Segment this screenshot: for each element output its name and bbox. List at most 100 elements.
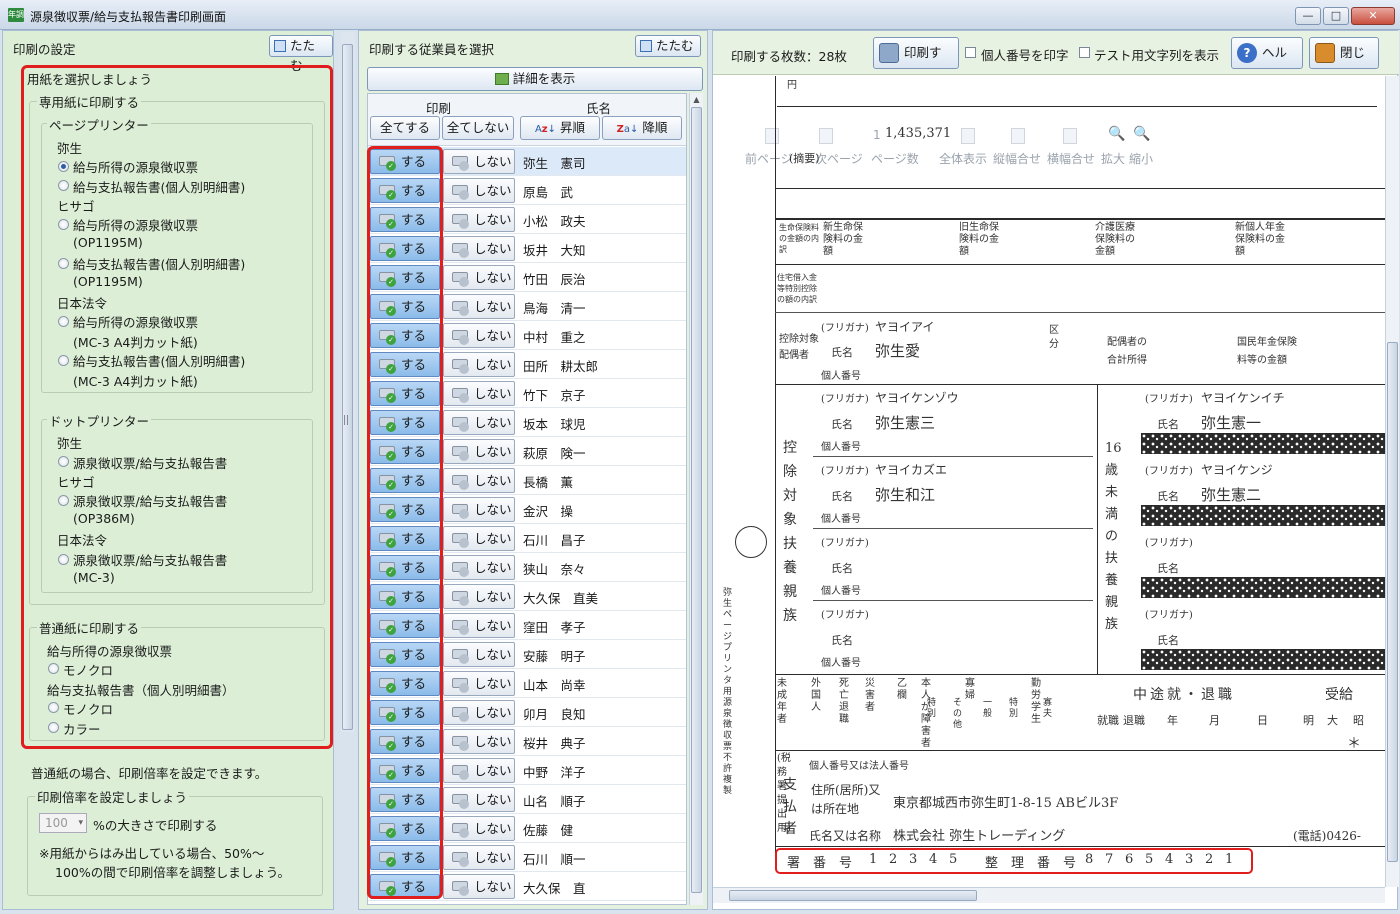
next-page-icon[interactable] (819, 128, 833, 144)
print-off-button[interactable]: しない (443, 700, 515, 725)
print-off-button[interactable]: しない (443, 468, 515, 493)
print-off-button[interactable]: しない (443, 149, 515, 174)
midway-col-label: 年 (1167, 714, 1178, 727)
print-off-button[interactable]: しない (443, 555, 515, 580)
print-off-label: しない (474, 212, 512, 227)
print-off-button[interactable]: しない (443, 236, 515, 261)
zoom-in-icon[interactable]: 🔍 (1108, 126, 1125, 142)
print-off-button[interactable]: しない (443, 729, 515, 754)
preview-h-thumb[interactable] (729, 890, 977, 901)
fit-height-icon[interactable] (1011, 128, 1025, 144)
dep1-kana: ヤヨイケンゾウ (875, 391, 959, 405)
employee-scroll-thumb[interactable] (691, 107, 702, 893)
print-off-button[interactable]: しない (443, 787, 515, 812)
print-off-button[interactable]: しない (443, 874, 515, 899)
radio-dot-nihon[interactable] (58, 554, 69, 565)
print-off-button[interactable]: しない (443, 584, 515, 609)
print-off-button[interactable]: しない (443, 265, 515, 290)
minimize-button[interactable]: — (1295, 7, 1321, 25)
close-button[interactable]: 閉じる (1309, 37, 1379, 90)
employee-name: 田所 耕太郎 (523, 359, 599, 374)
scale-suffix: %の大きさで印刷する (93, 818, 218, 833)
scale-help-2: 100%の間で印刷倍率を調整しましょう。 (55, 865, 290, 880)
print-off-button[interactable]: しない (443, 207, 515, 232)
print-off-button[interactable]: しない (443, 758, 515, 783)
collapse-employee-button[interactable]: たたむ (635, 35, 701, 57)
print-off-button[interactable]: しない (443, 671, 515, 696)
page-number[interactable]: 1 (873, 128, 881, 142)
maximize-button[interactable]: □ (1323, 7, 1349, 25)
u16-2-furigana-label: (フリガナ) (1145, 466, 1193, 477)
sort-asc-button[interactable]: Az↓ 昇順 (520, 116, 600, 140)
print-off-button[interactable]: しない (443, 497, 515, 522)
print-off-button[interactable]: しない (443, 613, 515, 638)
prev-page-icon[interactable] (765, 128, 779, 144)
print-off-button[interactable]: しない (443, 642, 515, 667)
radio-nihon-gensen[interactable] (58, 316, 69, 327)
radio-plain-report-color[interactable] (48, 722, 59, 733)
radio-plain-report-mono[interactable] (48, 702, 59, 713)
print-off-button[interactable]: しない (443, 323, 515, 348)
select-all-button[interactable]: 全てする (370, 116, 440, 140)
deselect-all-button[interactable]: 全てしない (442, 116, 514, 140)
scale-spinner[interactable]: 100 (39, 813, 87, 833)
close-window-button[interactable]: ✕ (1351, 7, 1395, 25)
page-printer-legend: ページプリンター (47, 115, 151, 134)
form-yen: 円 (787, 80, 797, 91)
radio-nihon-report[interactable] (58, 355, 69, 366)
print-off-button[interactable]: しない (443, 178, 515, 203)
print-button[interactable]: 印刷する (873, 37, 959, 90)
print-off-label: しない (474, 357, 512, 372)
status-label: 外国人 (811, 678, 821, 713)
status-sub-label: その他 (953, 698, 963, 730)
show-detail-button[interactable]: 詳細を表示 (367, 67, 703, 91)
radio-dot-hisago[interactable] (58, 495, 69, 506)
preview-h-scrollbar[interactable] (713, 887, 1385, 903)
mynumber-checkbox[interactable] (965, 47, 976, 58)
form-border-left (775, 76, 776, 861)
sort-desc-button[interactable]: Za↓ 降順 (602, 116, 682, 140)
u16-2-name-label: 氏名 (1157, 490, 1179, 503)
print-off-button[interactable]: しない (443, 816, 515, 841)
employee-name: 金沢 操 (523, 504, 574, 519)
print-off-button[interactable]: しない (443, 410, 515, 435)
panel-title: 印刷の設定 (13, 42, 76, 57)
print-off-label: しない (474, 328, 512, 343)
print-off-button[interactable]: しない (443, 526, 515, 551)
employee-list-header: 印刷 氏名 全てする 全てしない Az↓ 昇順 Za↓ 降順 (368, 94, 686, 146)
collapse-settings-button[interactable]: たたむ (269, 35, 333, 73)
radio-hisago-report[interactable] (58, 258, 69, 269)
employee-scrollbar[interactable]: ▲ (689, 93, 703, 905)
print-off-label: しない (474, 183, 512, 198)
form-rule (775, 312, 1385, 313)
printer-off-icon (450, 763, 470, 780)
radio-hisago-gensen[interactable] (58, 219, 69, 230)
recipient-label: 受給 (1325, 687, 1353, 703)
test-string-checkbox[interactable] (1079, 47, 1090, 58)
preview-v-scrollbar[interactable] (1385, 76, 1399, 887)
next-page-label: 次ページ (815, 152, 863, 166)
help-button[interactable]: ?ヘルプ (1231, 37, 1303, 90)
number-digit: 1 (869, 852, 878, 867)
employee-name: 石川 昌子 (523, 533, 586, 548)
printer-off-icon (450, 154, 470, 171)
plain-report-color: カラー (63, 722, 101, 737)
left-splitter[interactable] (336, 30, 356, 910)
radio-dot-yayoi[interactable] (58, 456, 69, 467)
scroll-up-icon[interactable]: ▲ (692, 95, 701, 104)
fit-all-icon[interactable] (961, 128, 975, 144)
radio-yayoi-gensen[interactable] (58, 161, 69, 172)
print-off-button[interactable]: しない (443, 352, 515, 377)
print-off-button[interactable]: しない (443, 845, 515, 870)
print-off-button[interactable]: しない (443, 381, 515, 406)
printer-off-icon (450, 299, 470, 316)
print-off-button[interactable]: しない (443, 439, 515, 464)
print-off-button[interactable]: しない (443, 294, 515, 319)
radio-yayoi-report[interactable] (58, 180, 69, 191)
preview-v-thumb[interactable] (1387, 342, 1398, 862)
fit-width-icon[interactable] (1063, 128, 1077, 144)
dot-opt-nihon: 源泉徴収票/給与支払報告書 (73, 553, 228, 568)
radio-plain-gensen-mono[interactable] (48, 663, 59, 674)
dep1-name-label: 氏名 (831, 418, 853, 431)
zoom-out-icon[interactable]: 🔍 (1133, 126, 1150, 142)
